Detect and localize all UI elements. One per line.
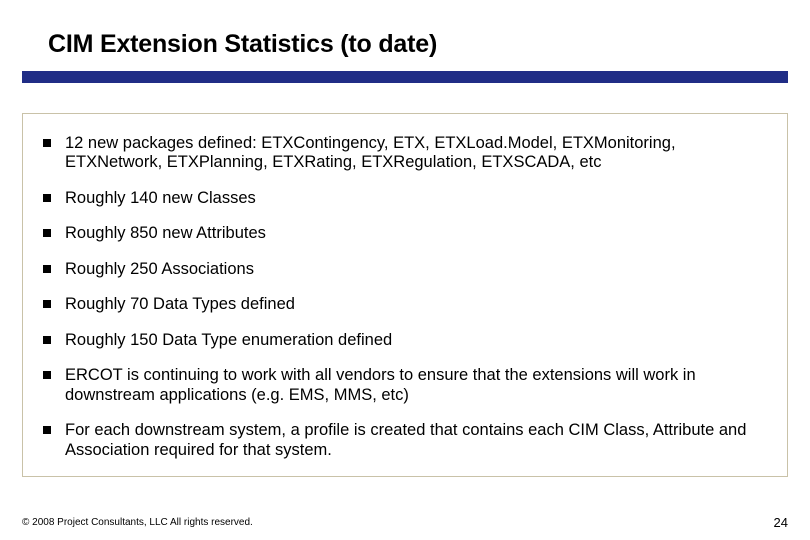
page-number: 24 — [774, 515, 788, 530]
bullet-text: ERCOT is continuing to work with all ven… — [65, 366, 767, 405]
footer-copyright: © 2008 Project Consultants, LLC All righ… — [22, 517, 253, 528]
list-item: 12 new packages defined: ETXContingency,… — [43, 134, 767, 173]
bullet-list: 12 new packages defined: ETXContingency,… — [43, 134, 767, 460]
list-item: Roughly 140 new Classes — [43, 189, 767, 208]
slide-title: CIM Extension Statistics (to date) — [48, 30, 810, 59]
bullet-text: Roughly 70 Data Types defined — [65, 295, 767, 314]
slide: CIM Extension Statistics (to date) 12 ne… — [0, 0, 810, 540]
list-item: Roughly 250 Associations — [43, 260, 767, 279]
bullet-text: Roughly 850 new Attributes — [65, 224, 767, 243]
title-underline — [22, 71, 788, 83]
square-bullet-icon — [43, 265, 51, 273]
square-bullet-icon — [43, 371, 51, 379]
square-bullet-icon — [43, 426, 51, 434]
square-bullet-icon — [43, 194, 51, 202]
bullet-text: 12 new packages defined: ETXContingency,… — [65, 134, 767, 173]
bullet-text: Roughly 150 Data Type enumeration define… — [65, 331, 767, 350]
square-bullet-icon — [43, 139, 51, 147]
list-item: ERCOT is continuing to work with all ven… — [43, 366, 767, 405]
bullet-text: Roughly 140 new Classes — [65, 189, 767, 208]
list-item: Roughly 150 Data Type enumeration define… — [43, 331, 767, 350]
bullet-text: Roughly 250 Associations — [65, 260, 767, 279]
title-area: CIM Extension Statistics (to date) — [0, 30, 810, 59]
square-bullet-icon — [43, 300, 51, 308]
list-item: Roughly 850 new Attributes — [43, 224, 767, 243]
list-item: Roughly 70 Data Types defined — [43, 295, 767, 314]
list-item: For each downstream system, a profile is… — [43, 421, 767, 460]
bullet-text: For each downstream system, a profile is… — [65, 421, 767, 460]
square-bullet-icon — [43, 229, 51, 237]
square-bullet-icon — [43, 336, 51, 344]
content-box: 12 new packages defined: ETXContingency,… — [22, 113, 788, 477]
